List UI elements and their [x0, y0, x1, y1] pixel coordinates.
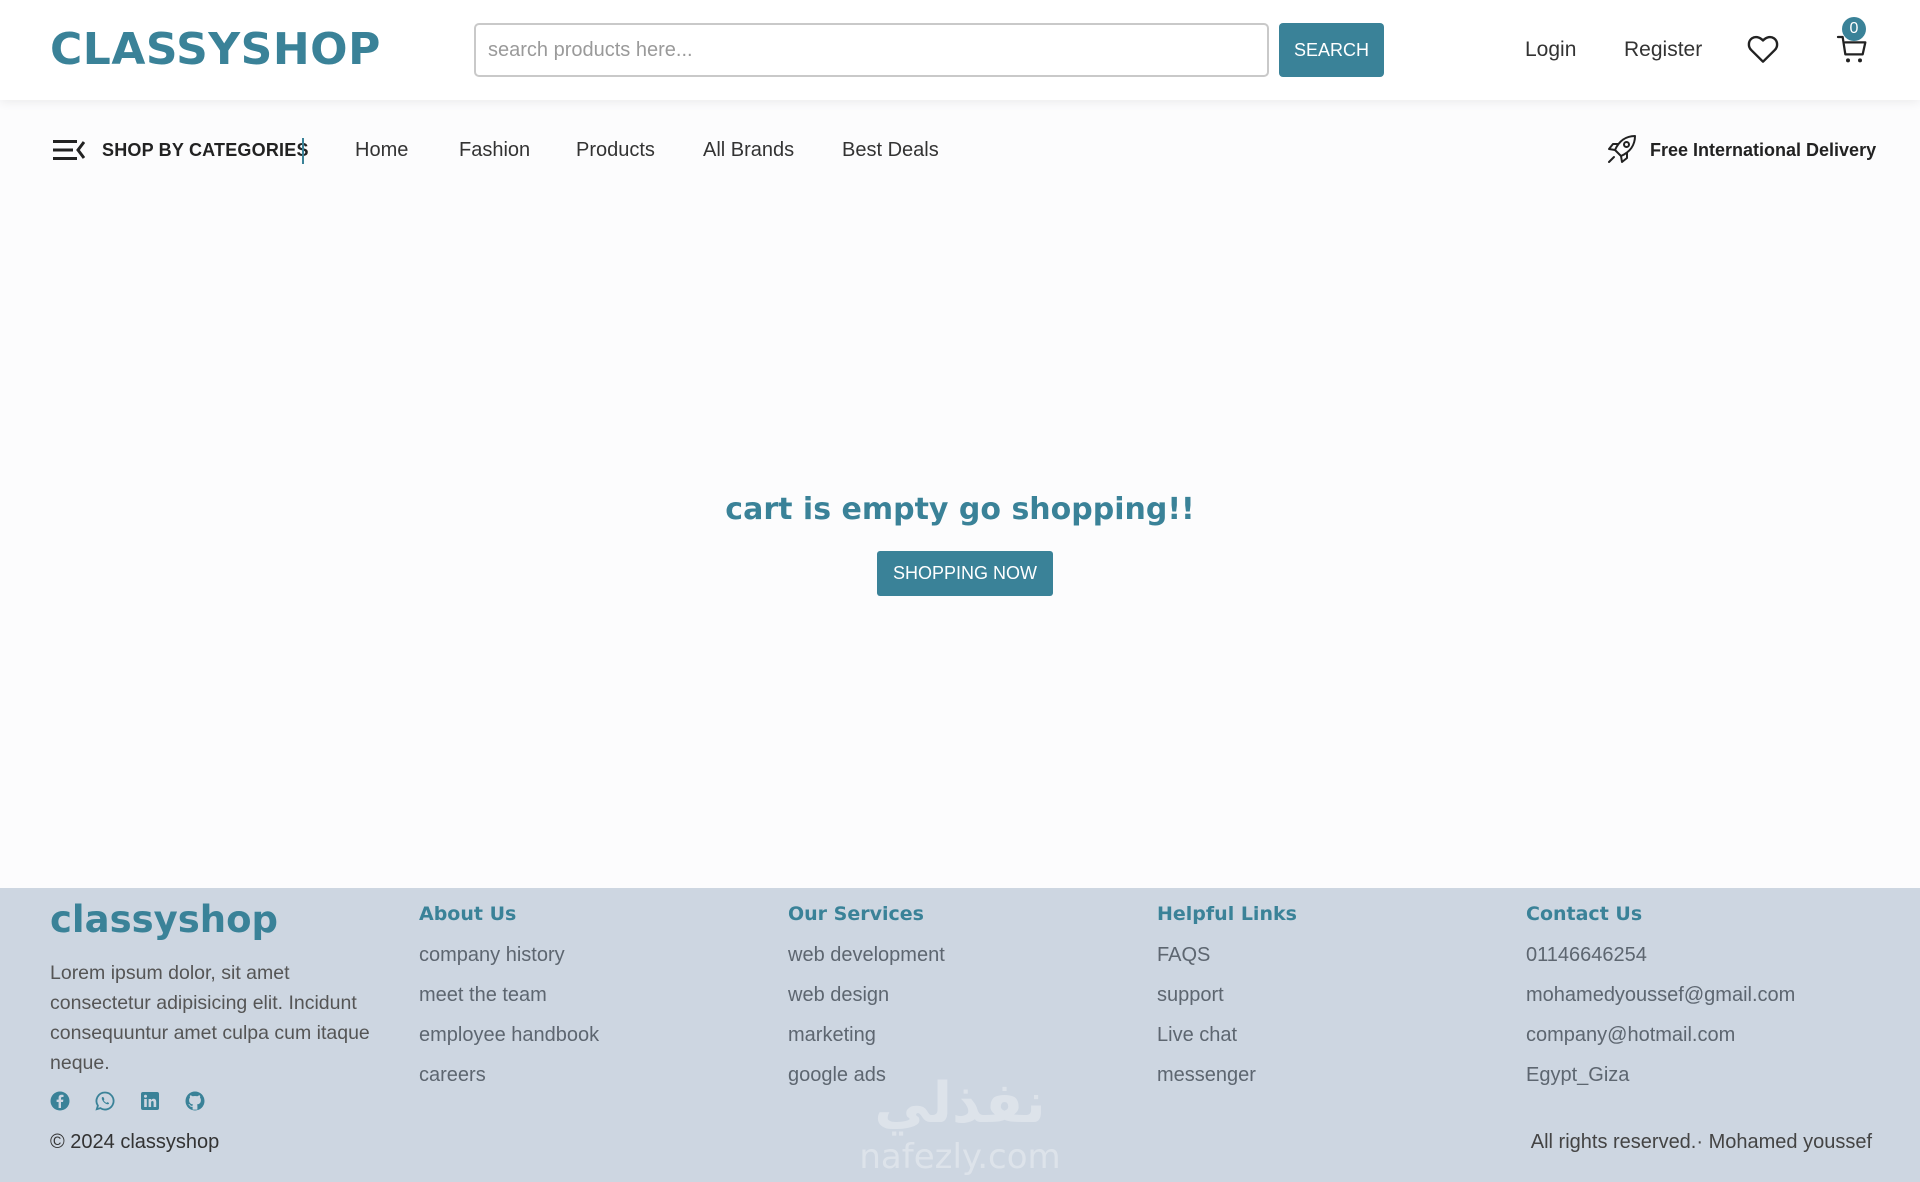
search-input[interactable] [474, 23, 1269, 77]
nav-link-best-deals[interactable]: Best Deals [842, 139, 939, 162]
footer-link-live-chat[interactable]: Live chat [1157, 1021, 1497, 1061]
linkedin-icon[interactable] [140, 1091, 160, 1111]
login-link[interactable]: Login [1525, 38, 1576, 62]
shop-by-categories-button[interactable]: SHOP BY CATEGORIES [102, 140, 309, 161]
footer-description: Lorem ipsum dolor, sit amet consectetur … [50, 962, 370, 1074]
footer-link-company-history[interactable]: company history [419, 941, 759, 981]
menu-collapse-icon[interactable] [53, 138, 85, 162]
free-delivery-label: Free International Delivery [1650, 140, 1877, 160]
main-nav: SHOP BY CATEGORIES Home Fashion Products… [0, 100, 1920, 200]
footer-col-about: About Us company history meet the team e… [419, 903, 759, 1101]
github-icon[interactable] [185, 1091, 205, 1111]
nav-link-home[interactable]: Home [355, 139, 408, 162]
rocket-icon [1608, 135, 1636, 163]
copyright-text: © 2024 classyshop [50, 1131, 220, 1153]
site-logo[interactable]: CLASSYSHOP [50, 24, 381, 75]
nav-divider [302, 138, 304, 164]
rights-text: All rights reserved.· Mohamed youssef [1530, 1131, 1872, 1153]
register-link[interactable]: Register [1624, 38, 1702, 62]
contact-phone: 01146646254 [1526, 944, 1647, 966]
footer-link-employee-handbook[interactable]: employee handbook [419, 1021, 759, 1061]
footer-link-support[interactable]: support [1157, 981, 1497, 1021]
footer-col-title: About Us [419, 903, 517, 925]
footer-link-google-ads[interactable]: google ads [788, 1061, 1128, 1101]
footer-col-title: Our Services [788, 903, 924, 925]
cart-count-badge: 0 [1842, 17, 1866, 41]
footer-logo[interactable]: classyshop [50, 898, 278, 941]
footer-col-contact: Contact Us 01146646254 mohamedyoussef@gm… [1526, 903, 1866, 1101]
contact-email-hotmail[interactable]: company@hotmail.com [1526, 1021, 1866, 1061]
footer-link-marketing[interactable]: marketing [788, 1021, 1128, 1061]
search-button[interactable]: SEARCH [1279, 23, 1384, 77]
footer-col-helpful-links: Helpful Links FAQS support Live chat mes… [1157, 903, 1497, 1101]
footer-link-web-development[interactable]: web development [788, 941, 1128, 981]
footer-link-web-design[interactable]: web design [788, 981, 1128, 1021]
site-footer: classyshop Lorem ipsum dolor, sit amet c… [0, 888, 1920, 1182]
site-header: CLASSYSHOP SEARCH Login Register 0 [0, 0, 1920, 100]
footer-col-title: Contact Us [1526, 903, 1643, 925]
heart-icon[interactable] [1747, 34, 1779, 64]
nav-link-products[interactable]: Products [576, 139, 655, 162]
empty-cart-message: cart is empty go shopping!! [725, 492, 1195, 527]
footer-link-meet-the-team[interactable]: meet the team [419, 981, 759, 1021]
footer-col-services: Our Services web development web design … [788, 903, 1128, 1101]
nav-link-fashion[interactable]: Fashion [459, 139, 530, 162]
nav-link-all-brands[interactable]: All Brands [703, 139, 794, 162]
footer-link-careers[interactable]: careers [419, 1061, 759, 1101]
facebook-icon[interactable] [50, 1091, 70, 1111]
footer-link-faqs[interactable]: FAQS [1157, 941, 1497, 981]
contact-location: Egypt_Giza [1526, 1064, 1630, 1086]
contact-email-gmail[interactable]: mohamedyoussef@gmail.com [1526, 981, 1866, 1021]
shopping-now-button[interactable]: SHOPPING NOW [877, 551, 1053, 596]
whatsapp-icon[interactable] [95, 1091, 115, 1111]
footer-col-title: Helpful Links [1157, 903, 1297, 925]
footer-link-messenger[interactable]: messenger [1157, 1061, 1497, 1101]
